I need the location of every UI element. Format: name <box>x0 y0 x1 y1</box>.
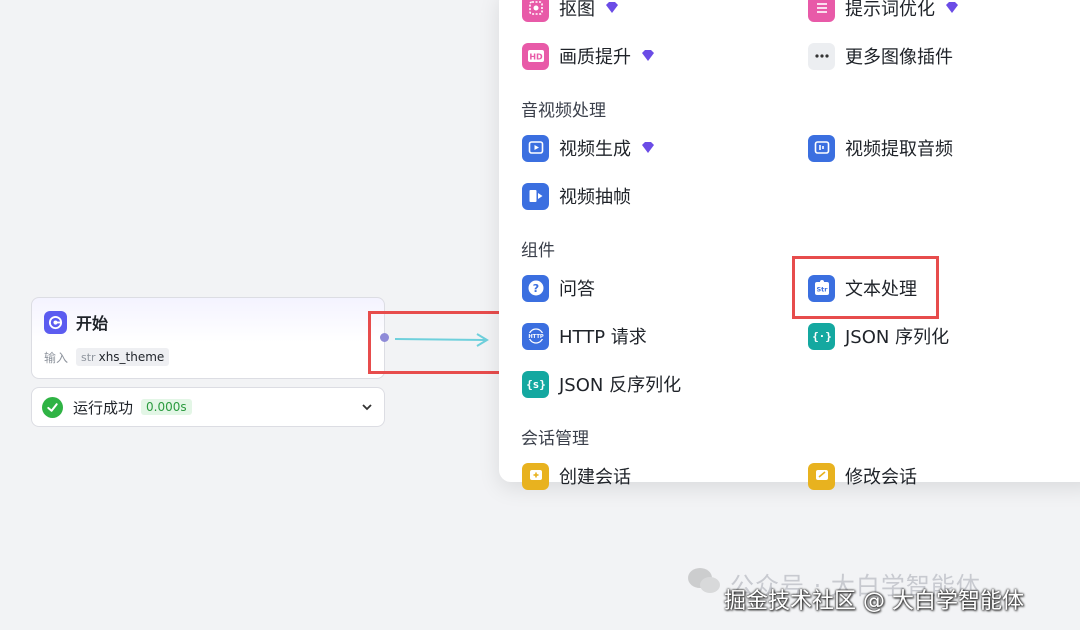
menu-item-label: 更多图像插件 <box>845 47 953 68</box>
menu-item-cutout[interactable]: 抠图 <box>522 0 619 23</box>
highlight-box-connector <box>368 311 508 374</box>
video-audio-icon <box>808 134 835 162</box>
cutout-icon <box>522 0 549 22</box>
highlight-box-text-processing <box>792 256 939 319</box>
more-icon <box>808 42 835 70</box>
start-node-input: 输入 str xhs_theme <box>44 348 170 366</box>
question-icon: ? <box>522 274 549 302</box>
run-time-badge: 0.000s <box>141 399 192 415</box>
menu-item-label: 修改会话 <box>845 467 917 488</box>
menu-item-json-serialize[interactable]: {·} JSON 序列化 <box>808 321 949 351</box>
variable-type: str <box>81 350 96 364</box>
menu-item-video-frame[interactable]: 视频抽帧 <box>522 181 631 211</box>
svg-text:HTTP: HTTP <box>528 334 544 340</box>
start-node-header: 开始 <box>44 310 108 334</box>
menu-item-label: 问答 <box>559 279 595 300</box>
menu-item-label: JSON 反序列化 <box>559 375 682 396</box>
http-icon: HTTP <box>522 322 549 350</box>
json-de-icon: {s} <box>522 370 549 398</box>
svg-text:?: ? <box>532 282 538 295</box>
menu-item-video-extract-audio[interactable]: 视频提取音频 <box>808 133 953 163</box>
sliders-icon <box>808 0 835 22</box>
menu-item-label: 创建会话 <box>559 467 631 488</box>
menu-item-json-deserialize[interactable]: {s} JSON 反序列化 <box>522 369 681 399</box>
video-frame-icon <box>522 182 549 210</box>
chat-add-icon <box>522 462 549 490</box>
menu-item-label: 提示词优化 <box>845 0 935 20</box>
svg-text:{·}: {·} <box>813 330 831 343</box>
menu-item-hd-upscale[interactable]: HD 画质提升 <box>522 41 655 71</box>
hd-icon: HD <box>522 42 549 70</box>
svg-text:HD: HD <box>529 53 543 62</box>
menu-item-label: 画质提升 <box>559 47 631 68</box>
section-title-conversation: 会话管理 <box>521 429 589 449</box>
json-icon: {·} <box>808 322 835 350</box>
premium-gem-icon <box>606 2 618 13</box>
variable-name: xhs_theme <box>98 350 165 364</box>
check-circle-icon <box>42 396 63 418</box>
wechat-logo-icon <box>688 568 720 593</box>
input-label: 输入 <box>44 350 69 365</box>
input-variable-chip: str xhs_theme <box>76 348 170 366</box>
menu-item-prompt-optimize[interactable]: 提示词优化 <box>808 0 959 23</box>
menu-item-label: 视频提取音频 <box>845 139 953 160</box>
menu-item-qa[interactable]: ? 问答 <box>522 273 595 303</box>
menu-item-video-generate[interactable]: 视频生成 <box>522 133 655 163</box>
menu-item-create-conversation[interactable]: 创建会话 <box>522 461 631 491</box>
chat-edit-icon <box>808 462 835 490</box>
chevron-down-icon[interactable] <box>360 400 374 414</box>
run-status-label: 运行成功 <box>73 398 134 417</box>
run-status-bar[interactable]: 运行成功 0.000s <box>31 387 385 427</box>
premium-gem-icon <box>642 50 654 61</box>
menu-item-http-request[interactable]: HTTP HTTP 请求 <box>522 321 647 351</box>
premium-gem-icon <box>946 2 958 13</box>
svg-text:{s}: {s} <box>527 378 545 391</box>
section-title-components: 组件 <box>521 241 555 261</box>
menu-item-label: JSON 序列化 <box>845 327 950 348</box>
menu-item-label: 抠图 <box>559 0 595 20</box>
menu-item-label: 视频抽帧 <box>559 187 631 208</box>
premium-gem-icon <box>642 142 654 153</box>
menu-item-edit-conversation[interactable]: 修改会话 <box>808 461 917 491</box>
menu-item-more-image-plugins[interactable]: 更多图像插件 <box>808 41 953 71</box>
menu-item-label: HTTP 请求 <box>559 327 647 348</box>
start-node-icon <box>44 310 67 334</box>
node-menu-panel <box>499 0 1080 482</box>
start-node-title: 开始 <box>76 314 109 333</box>
section-title-av: 音视频处理 <box>521 101 606 121</box>
start-node[interactable]: 开始 输入 str xhs_theme <box>31 297 385 379</box>
menu-item-label: 视频生成 <box>559 139 631 160</box>
video-play-icon <box>522 134 549 162</box>
watermark-juejin: 掘金技术社区 @ 大白学智能体 <box>724 589 1024 614</box>
